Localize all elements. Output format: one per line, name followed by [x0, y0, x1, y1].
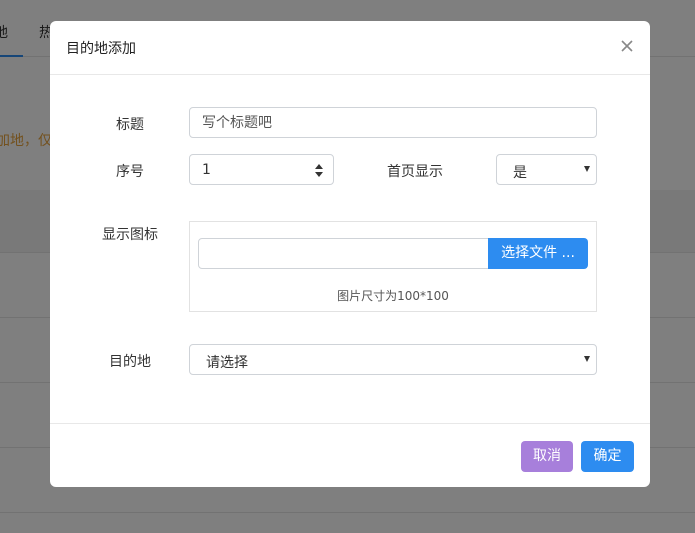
upload-hint: 图片尺寸为100*100: [337, 289, 449, 303]
home-display-value: 是: [513, 165, 527, 181]
modal-header: 目的地添加: [50, 21, 650, 75]
caret-down-icon: [584, 166, 590, 172]
icon-label: 显示图标: [102, 227, 158, 243]
cancel-button[interactable]: 取消: [521, 441, 573, 472]
home-display-label: 首页显示: [387, 164, 443, 180]
order-stepper[interactable]: 1: [189, 154, 334, 185]
caret-down-icon: [584, 356, 590, 362]
choose-file-button[interactable]: 选择文件 ...: [488, 238, 588, 269]
spin-arrows-icon[interactable]: [315, 164, 323, 177]
home-display-select[interactable]: 是: [496, 154, 597, 185]
close-icon[interactable]: [618, 37, 636, 55]
file-name-field[interactable]: [198, 238, 490, 269]
order-label: 序号: [116, 164, 144, 180]
modal-title: 目的地添加: [66, 41, 136, 57]
destination-select[interactable]: 请选择: [189, 344, 597, 375]
upload-panel: 选择文件 ... 图片尺寸为100*100: [189, 221, 597, 312]
title-label: 标题: [116, 117, 144, 133]
order-value: 1: [202, 162, 211, 178]
modal-footer: 取消 确定: [50, 423, 650, 487]
add-destination-modal: 目的地添加 标题 序号 1 首页显示 是 显示图标 选择文件 ... 图片尺寸为…: [50, 21, 650, 487]
confirm-button[interactable]: 确定: [581, 441, 634, 472]
destination-value: 请选择: [206, 355, 248, 371]
title-input[interactable]: [189, 107, 597, 138]
destination-label: 目的地: [109, 354, 151, 370]
